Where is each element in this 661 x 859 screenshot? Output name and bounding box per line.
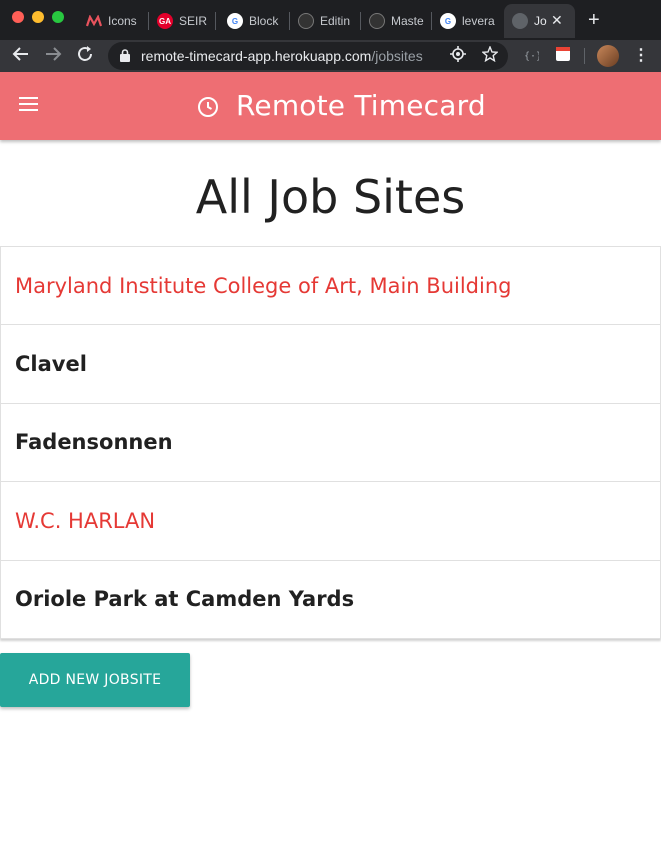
bookmark-star-icon[interactable] [481,45,499,68]
window-minimize-button[interactable] [32,11,44,23]
browser-tab[interactable]: G levera [440,4,496,38]
tab-label: Maste [391,14,424,28]
github-icon [298,13,314,29]
address-bar[interactable]: remote-timecard-app.herokuapp.com/jobsit… [108,42,508,70]
tab-divider [360,12,361,30]
forward-arrow-icon[interactable] [42,45,64,67]
materialize-icon [86,13,102,29]
app-title[interactable]: Remote Timecard [236,89,486,122]
app-header: Remote Timecard [0,72,661,140]
browser-tab[interactable]: Icons [86,4,142,38]
browser-tab[interactable]: Editin [298,4,354,38]
jobsite-item-link[interactable]: W.C. HARLAN [1,482,660,561]
lock-icon [120,49,130,67]
globe-icon [512,13,528,29]
jobsite-item[interactable]: Fadensonnen [1,404,660,483]
url-text: remote-timecard-app.herokuapp.com/jobsit… [141,48,423,64]
browser-tab[interactable]: Maste [369,4,425,38]
jobsite-item[interactable]: Oriole Park at Camden Yards [1,561,660,639]
add-new-jobsite-button[interactable]: ADD NEW JOBSITE [0,653,190,707]
new-tab-button[interactable]: + [588,9,600,31]
hamburger-menu-icon[interactable] [19,97,39,115]
location-target-icon[interactable] [450,46,466,68]
extension-icon[interactable]: {·} [523,47,542,68]
tab-divider [431,12,432,30]
toolbar-divider [584,48,585,64]
profile-avatar[interactable] [597,45,619,67]
browser-tab-strip: Icons GA SEIR E G Block Editin Maste G l… [0,0,661,40]
browser-toolbar: remote-timecard-app.herokuapp.com/jobsit… [0,40,661,72]
browser-tab[interactable]: GA SEIR E [157,4,207,38]
tab-label: Editin [320,14,351,28]
url-path: /jobsites [371,48,423,64]
jobsite-list: Maryland Institute College of Art, Main … [0,246,661,639]
tab-label: Block [249,14,279,28]
jobsite-item-link[interactable]: Maryland Institute College of Art, Main … [1,247,660,326]
calendar-extension-icon[interactable] [556,47,570,66]
url-host: remote-timecard-app.herokuapp.com [141,48,372,64]
ga-icon: GA [157,13,173,29]
window-close-button[interactable] [12,11,24,23]
tab-label: levera [462,14,495,28]
svg-text:{·}: {·} [524,51,539,62]
tab-label: Icons [108,14,137,28]
reload-icon[interactable] [74,45,96,67]
google-icon: G [440,13,456,29]
back-arrow-icon[interactable] [10,45,32,67]
tab-divider [289,12,290,30]
tab-label: SEIR E [179,14,207,28]
page-title: All Job Sites [195,170,466,224]
github-icon [369,13,385,29]
tab-label: Jo [534,14,547,28]
clock-icon [197,96,219,123]
tab-divider [215,12,216,30]
tab-divider [148,12,149,30]
browser-tab-active[interactable]: Jo [504,4,575,38]
window-zoom-button[interactable] [52,11,64,23]
google-icon: G [227,13,243,29]
close-tab-icon[interactable]: ✕ [551,12,563,28]
browser-tab[interactable]: G Block [227,4,283,38]
jobsite-item[interactable]: Clavel [1,325,660,404]
kebab-menu-icon[interactable]: ⋮ [633,45,649,67]
